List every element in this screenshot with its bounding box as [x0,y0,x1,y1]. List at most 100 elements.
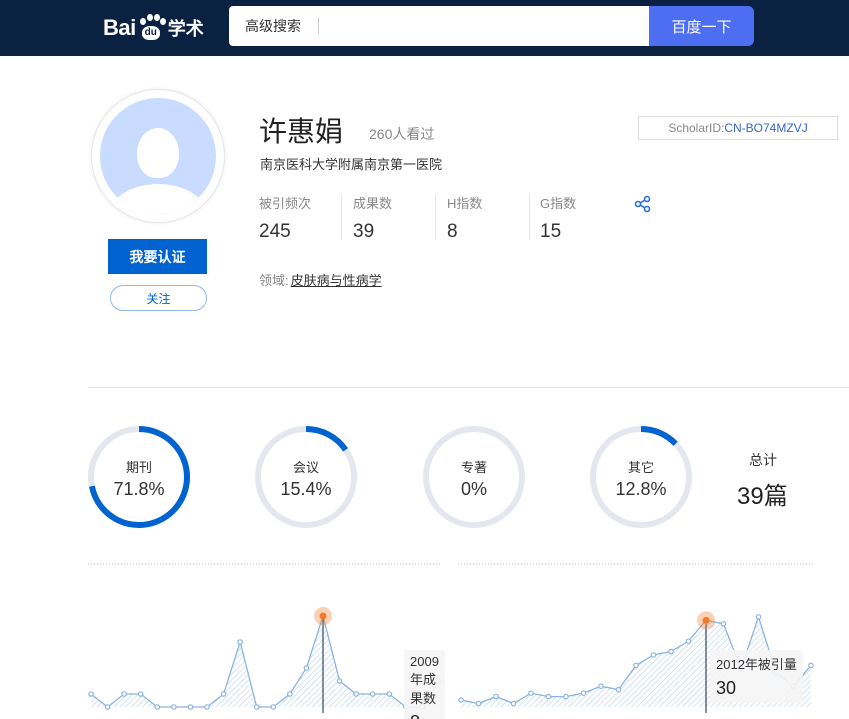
chart-point[interactable] [204,704,210,710]
chart-point[interactable] [171,704,177,710]
chart-point[interactable] [510,700,517,707]
donut-label: 会议 [292,460,319,475]
metric-label: 成果数 [353,196,393,211]
chart-point[interactable] [386,691,393,697]
metric-value: 15 [540,221,562,242]
chart-point[interactable] [720,620,727,627]
default-avatar-icon [100,98,216,214]
affiliation[interactable]: 南京医科大学附属南京第一医院 [260,154,442,173]
chart-point[interactable] [458,697,464,703]
donut-value: 12.8% [615,479,667,499]
tooltip-label: 2009年成果数 [410,654,439,706]
donut-value: 15.4% [280,479,332,499]
scholar-id-label: ScholarID: [668,121,725,135]
search-input[interactable] [325,10,641,42]
tooltip-value: 30 [716,678,737,698]
donut-journal: 期刊 71.8% [87,425,191,529]
chart-point[interactable] [615,686,622,693]
search-box: 高级搜索 [229,6,649,46]
chart-point[interactable] [650,652,657,658]
top-bar: Bai du 学术 高级搜索 百度一下 [0,0,849,56]
metric-divider [435,194,436,240]
metric-label: 被引频次 [259,196,312,211]
metric-value: 39 [353,221,375,242]
scholar-id-value: CN-BO74MZVJ [724,121,808,135]
metric-h-index: H指数 8 [447,193,537,243]
results-trend-plot [88,563,442,713]
chart-point[interactable] [545,693,552,700]
paw-icon: du [137,14,166,42]
donut-value: 71.8% [113,479,165,499]
donut-label: 期刊 [125,460,152,475]
chart-point[interactable] [493,693,499,700]
donut-ring [423,426,525,528]
field-link[interactable]: 皮肤病与性病学 [291,273,382,288]
chart-point[interactable] [475,700,482,707]
logo-du-text: du [144,27,157,38]
chart-point[interactable] [121,691,127,697]
metric-divider [341,194,342,240]
donut-ring [88,426,190,528]
chart-point[interactable] [88,691,94,697]
metric-divider [529,194,530,240]
chart-point[interactable] [303,665,310,671]
donut-label: 其它 [627,460,654,475]
tooltip-label: 2012年被引量 [716,657,797,672]
donut-other: 其它 12.8% [589,425,693,529]
donut-ring [590,426,692,528]
search-divider [318,18,319,34]
certify-button[interactable]: 我要认证 [108,239,207,274]
chart-point[interactable] [685,638,692,644]
chart-point[interactable] [580,690,587,696]
chart-point[interactable] [104,704,111,710]
chart-point[interactable] [154,704,161,710]
chart-point[interactable] [668,648,674,655]
chart-point[interactable] [270,704,277,710]
chart-point[interactable] [353,691,359,697]
results-trend-chart[interactable]: 2009年成果数 8 [88,563,445,719]
total-label: 总计 [749,452,777,468]
chart-point[interactable] [528,690,534,696]
share-icon[interactable] [633,194,653,214]
scholar-name: 许惠娟 [259,116,344,147]
chart-point[interactable] [287,691,293,697]
metric-results: 成果数 39 [353,193,443,243]
metric-label: H指数 [447,196,483,211]
donut-ring [255,426,357,528]
avatar [91,89,225,223]
section-divider [88,387,849,388]
citations-trend-chart[interactable]: 2012年被引量 30 [458,563,814,713]
follow-button[interactable]: 关注 [110,285,207,311]
advanced-search-link[interactable]: 高级搜索 [245,6,301,46]
chart-point[interactable] [220,691,227,697]
chart-tooltip: 2012年被引量 30 [710,650,803,703]
chart-point[interactable] [808,662,814,669]
chart-highlight-point[interactable] [319,612,327,620]
chart-point[interactable] [187,704,194,710]
chart-point[interactable] [137,691,144,697]
chart-point[interactable] [755,614,762,620]
chart-point[interactable] [598,683,604,690]
baidu-scholar-logo[interactable]: Bai du 学术 [103,10,204,46]
metric-value: 8 [447,221,458,242]
donut-conference: 会议 15.4% [254,425,358,529]
metric-value: 245 [259,221,291,242]
chart-point[interactable] [237,639,243,645]
donut-label: 专著 [460,460,487,475]
scholar-id-badge: ScholarID:CN-BO74MZVJ [638,116,838,140]
metric-label: G指数 [540,196,577,211]
search-button[interactable]: 百度一下 [649,6,754,46]
logo-text: Bai [103,15,136,40]
chart-point[interactable] [253,704,260,710]
view-count: 260人看过 [369,126,435,142]
chart-point[interactable] [336,678,343,684]
chart-point[interactable] [633,662,639,669]
research-field: 领域: 皮肤病与性病学 [259,270,382,289]
chart-highlight-point[interactable] [702,616,710,624]
metric-g-index: G指数 15 [540,193,630,243]
tooltip-value: 8 [410,712,439,719]
chart-point[interactable] [369,691,376,697]
donut-value: 0% [460,479,487,499]
chart-point[interactable] [563,693,569,700]
total-value: 39篇 [737,483,788,510]
